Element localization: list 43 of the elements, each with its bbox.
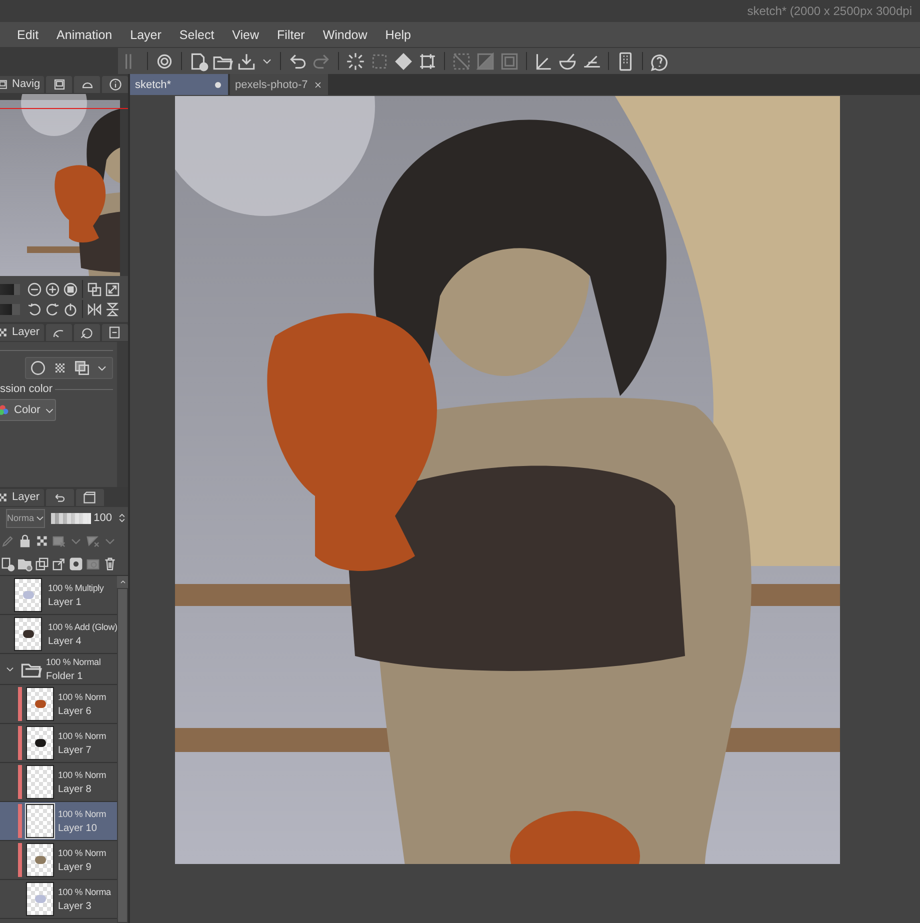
blend-mode-label: 100 % Normal [46,656,101,666]
menu-item[interactable]: Layer [121,28,170,42]
panel-tab[interactable]: Layer [0,488,44,506]
menu-item[interactable]: Window [314,28,376,42]
layer-row[interactable]: 100 % Norm Layer 7 [0,724,117,763]
layer-row[interactable]: 100 % Norm Layer 10 [0,802,117,841]
color-dropdown[interactable]: Color [0,399,56,421]
document-tab[interactable]: sketch* [130,74,228,95]
opacity-value[interactable]: 100 [94,512,112,524]
panel-tab[interactable]: Layer [0,324,44,340]
menu-item[interactable]: Select [170,28,224,42]
menu-item[interactable]: Help [376,28,420,42]
blend-mode-label: 100 % Norm [58,730,106,740]
layer-row[interactable]: 100 % Add (Glow) Layer 4 [0,615,117,654]
blend-mode-dropdown[interactable]: Norma [6,508,46,528]
layer-row[interactable]: 100 % Norm Layer 6 [0,685,117,724]
blend-mode-label: 100 % Norm [58,848,106,858]
section-label: ssion color [0,383,53,395]
layer-name: Layer 7 [58,744,92,756]
layer-row[interactable]: 100 % Norm Layer 9 [0,841,117,880]
blend-mode-label: 100 % Norma [58,886,111,896]
menu-item[interactable]: Animation [48,28,122,42]
layer-row[interactable]: 100 % Multiply Layer 1 [0,576,117,615]
layer-name: Layer 8 [58,784,92,794]
blend-mode-label: 100 % Multiply [48,582,104,592]
document-tab[interactable]: pexels-photo-7 [230,74,328,95]
layer-name: Layer 10 [58,822,98,834]
panel-tab[interactable]: Navig [0,76,44,92]
blend-mode-label: 100 % Norm [58,770,106,780]
layer-name: Layer 4 [48,636,82,646]
blend-mode-label: 100 % Add (Glow) [48,622,117,632]
blend-mode-label: 100 % Norm [58,808,106,818]
layer-name: Folder 1 [46,670,84,682]
menu-item[interactable]: Edit [8,28,48,42]
menu-item[interactable]: View [223,28,268,42]
window-title: sketch* (2000 x 2500px 300dpi [747,4,912,18]
menu-item[interactable]: Filter [268,28,314,42]
blend-mode-label: 100 % Norm [58,692,106,702]
layer-name: Layer 1 [48,596,82,608]
layer-name: Layer 9 [58,862,92,872]
layer-name: Layer 3 [58,900,92,912]
layer-row[interactable]: 100 % Norma Layer 3 [0,880,117,919]
layer-name: Layer 6 [58,706,92,716]
